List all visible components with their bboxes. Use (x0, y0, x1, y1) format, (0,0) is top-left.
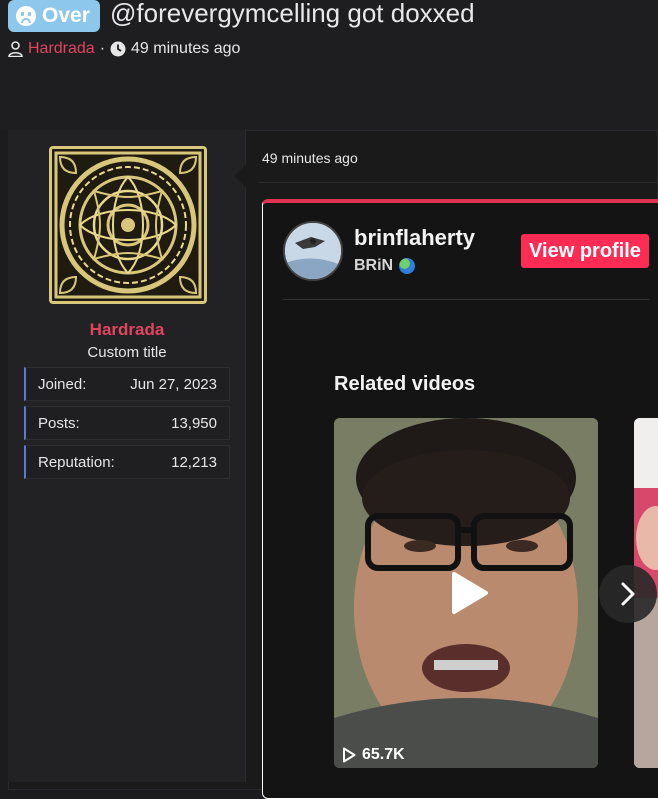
stat-reputation: Reputation: 12,213 (24, 445, 230, 479)
thread-meta: Hardrada · 49 minutes ago (8, 40, 240, 58)
carousel-next-button[interactable] (599, 565, 657, 623)
sad-face-icon (16, 6, 36, 26)
post-arrow (234, 164, 246, 188)
stat-value: Jun 27, 2023 (130, 375, 217, 393)
embed-divider (283, 299, 649, 300)
post-author-title: Custom title (87, 344, 167, 361)
view-profile-button[interactable]: View profile (521, 234, 649, 268)
post-user-sidebar: Hardrada Custom title Joined: Jun 27, 20… (8, 130, 246, 782)
thread-prefix-badge[interactable]: Over (8, 0, 100, 32)
user-icon (8, 41, 23, 57)
thread-time-link[interactable]: 49 minutes ago (131, 40, 240, 58)
celtic-knot-image (52, 149, 204, 301)
globe-icon (399, 258, 416, 274)
tiktok-nickname: BRiN (354, 257, 416, 275)
post-timestamp[interactable]: 49 minutes ago (262, 150, 358, 166)
stat-label: Reputation: (38, 453, 115, 471)
stat-value: 13,950 (171, 414, 217, 432)
stat-posts: Posts: 13,950 (24, 406, 230, 440)
related-video-thumbnail[interactable]: 65.7K (334, 418, 598, 768)
tiktok-embed: brinflaherty BRiN View profile Related v… (262, 199, 658, 799)
thread-title: @forevergymcelling got doxxed (110, 0, 475, 28)
thread-header: Over @forevergymcelling got doxxed Hardr… (0, 0, 658, 130)
clock-icon (110, 41, 126, 57)
post-author-name[interactable]: Hardrada (8, 320, 246, 340)
play-icon[interactable] (442, 568, 492, 618)
stat-joined: Joined: Jun 27, 2023 (24, 367, 230, 401)
skydiver-image (285, 223, 341, 279)
tiktok-handle[interactable]: brinflaherty (354, 225, 475, 251)
post-header-divider (258, 182, 658, 183)
related-videos-heading: Related videos (334, 373, 476, 395)
video-view-count: 65.7K (342, 746, 405, 764)
stat-value: 12,213 (171, 453, 217, 471)
user-avatar[interactable] (49, 146, 207, 304)
thread-author-link[interactable]: Hardrada (28, 40, 95, 58)
prefix-label: Over (42, 4, 90, 27)
stat-label: Posts: (38, 414, 80, 432)
stat-label: Joined: (38, 375, 87, 393)
view-count-text: 65.7K (362, 746, 405, 763)
nickname-text: BRiN (354, 257, 394, 274)
meta-separator: · (99, 40, 106, 57)
play-outline-icon (343, 747, 356, 763)
chevron-right-icon (621, 582, 635, 606)
tiktok-avatar[interactable] (283, 221, 343, 281)
